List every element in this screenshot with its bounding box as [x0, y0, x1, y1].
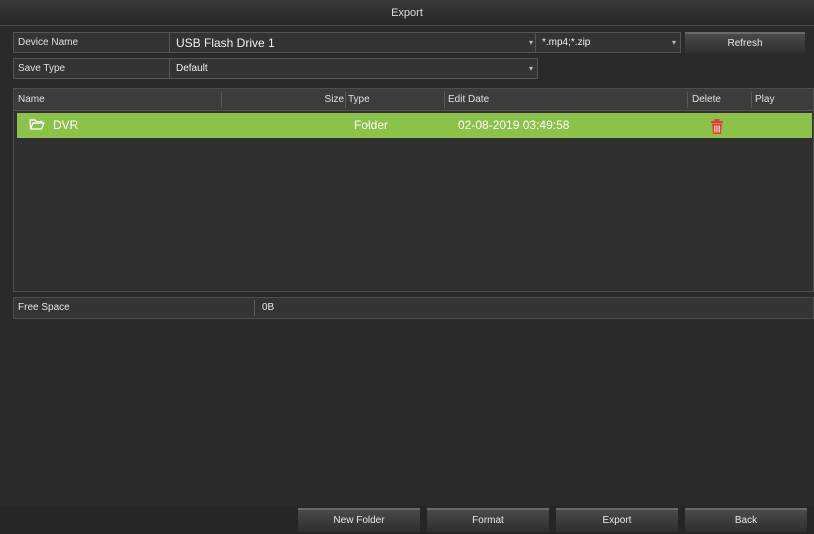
- column-name[interactable]: Name: [18, 89, 45, 111]
- file-table: Name Size Type Edit Date Delete Play DVR…: [13, 88, 814, 292]
- save-type-label: Save Type: [18, 63, 66, 74]
- row-name: DVR: [53, 118, 79, 132]
- save-type-value: Default: [176, 63, 208, 74]
- refresh-button-label: Refresh: [727, 38, 763, 49]
- chevron-down-icon: ▾: [528, 64, 533, 73]
- refresh-button[interactable]: Refresh: [685, 32, 805, 54]
- free-space-label: Free Space: [18, 302, 70, 313]
- file-filter-value: *.mp4;*.zip: [542, 37, 591, 48]
- table-header: Name Size Type Edit Date Delete Play: [14, 89, 813, 111]
- row-edit-date: 02-08-2019 03:49:58: [458, 118, 570, 132]
- chevron-down-icon: ▾: [528, 38, 533, 47]
- window-title: Export: [0, 0, 814, 26]
- export-button[interactable]: Export: [556, 508, 678, 532]
- free-space-value: 0B: [262, 302, 275, 313]
- trash-icon[interactable]: [711, 118, 723, 143]
- chevron-down-icon: ▾: [671, 38, 676, 47]
- free-space-row: Free Space 0B: [13, 297, 814, 319]
- save-type-select[interactable]: Default ▾: [169, 58, 538, 79]
- format-label: Format: [472, 515, 504, 526]
- row-type: Folder: [354, 118, 389, 132]
- column-delete[interactable]: Delete: [692, 89, 721, 111]
- table-row[interactable]: DVR Folder 02-08-2019 03:49:58: [17, 113, 812, 138]
- column-size[interactable]: Size: [314, 89, 344, 111]
- new-folder-button[interactable]: New Folder: [298, 508, 420, 532]
- export-label: Export: [602, 515, 632, 526]
- column-type[interactable]: Type: [348, 89, 370, 111]
- device-name-select[interactable]: USB Flash Drive 1 ▾: [169, 32, 538, 53]
- new-folder-label: New Folder: [333, 515, 385, 526]
- back-label: Back: [734, 515, 758, 526]
- button-bar: New Folder Format Export Back: [0, 506, 814, 534]
- file-filter-select[interactable]: *.mp4;*.zip ▾: [535, 32, 681, 53]
- device-name-value: USB Flash Drive 1: [176, 36, 275, 50]
- folder-open-icon: [29, 113, 45, 138]
- column-edit-date[interactable]: Edit Date: [448, 89, 489, 111]
- format-button[interactable]: Format: [427, 508, 549, 532]
- device-name-label: Device Name: [18, 37, 79, 48]
- back-button[interactable]: Back: [685, 508, 807, 532]
- device-panel: Device Name USB Flash Drive 1 ▾ *.mp4;*.…: [13, 32, 814, 82]
- column-play[interactable]: Play: [755, 89, 774, 111]
